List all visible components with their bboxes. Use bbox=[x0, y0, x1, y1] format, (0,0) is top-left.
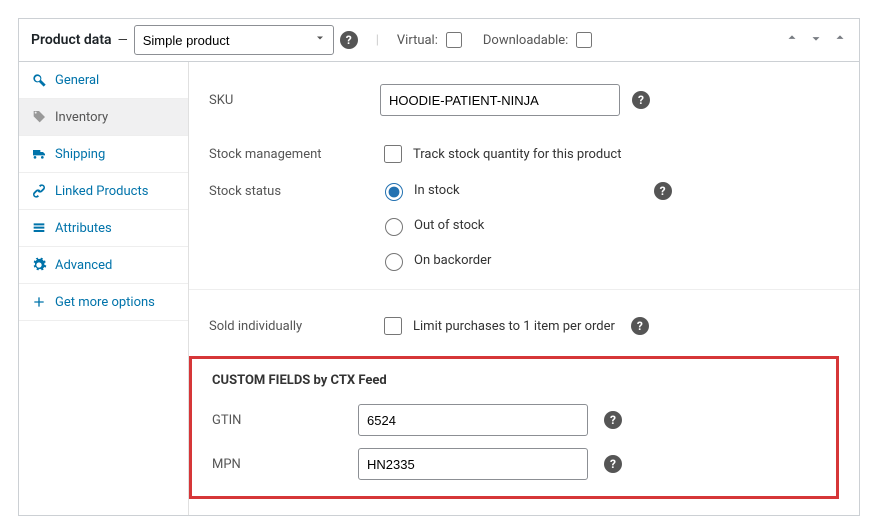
help-icon[interactable]: ? bbox=[604, 455, 622, 473]
downloadable-toggle[interactable]: Downloadable: bbox=[483, 29, 595, 51]
sku-label: SKU bbox=[209, 93, 364, 108]
virtual-toggle[interactable]: Virtual: bbox=[397, 29, 465, 51]
divider bbox=[189, 289, 859, 290]
help-icon[interactable]: ? bbox=[632, 91, 650, 109]
sold-indiv-toggle[interactable]: Limit purchases to 1 item per order bbox=[380, 314, 615, 338]
truck-icon bbox=[31, 146, 47, 162]
product-data-panel: Product data — Simple product ? | Virtua… bbox=[18, 18, 860, 516]
move-down-icon[interactable] bbox=[809, 31, 823, 49]
plus-icon bbox=[31, 294, 47, 310]
product-data-tabs: General Inventory Shipping Linked Produc… bbox=[19, 62, 189, 515]
downloadable-checkbox[interactable] bbox=[576, 32, 592, 48]
help-icon[interactable]: ? bbox=[631, 317, 649, 335]
stock-management-row: Stock management Track stock quantity fo… bbox=[189, 126, 859, 176]
panel-title: Product data bbox=[31, 32, 112, 48]
product-type-select[interactable]: Simple product bbox=[134, 25, 334, 55]
ctx-feed-heading: CUSTOM FIELDS by CTX Feed bbox=[212, 373, 816, 388]
tab-get-more-options[interactable]: Get more options bbox=[19, 284, 188, 321]
tag-icon bbox=[31, 109, 47, 125]
track-stock-toggle[interactable]: Track stock quantity for this product bbox=[380, 142, 621, 166]
title-separator: — bbox=[118, 33, 128, 48]
list-icon bbox=[31, 220, 47, 236]
sold-indiv-checkbox[interactable] bbox=[384, 317, 402, 335]
tab-attributes[interactable]: Attributes bbox=[19, 210, 188, 247]
stock-status-in-stock[interactable]: In stock bbox=[380, 180, 460, 201]
sold-indiv-label: Sold individually bbox=[209, 319, 364, 334]
sold-individually-row: Sold individually Limit purchases to 1 i… bbox=[189, 298, 859, 348]
help-icon[interactable]: ? bbox=[604, 411, 622, 429]
inventory-content: SKU ? Stock management Track stock quant… bbox=[189, 62, 859, 515]
gtin-input[interactable] bbox=[358, 404, 588, 436]
link-icon bbox=[31, 183, 47, 199]
move-up-icon[interactable] bbox=[785, 31, 799, 49]
mpn-input[interactable] bbox=[358, 448, 588, 480]
ctx-feed-custom-fields: CUSTOM FIELDS by CTX Feed GTIN ? MPN ? bbox=[189, 356, 839, 499]
wrench-icon bbox=[31, 72, 47, 88]
virtual-checkbox[interactable] bbox=[446, 32, 462, 48]
tab-shipping[interactable]: Shipping bbox=[19, 136, 188, 173]
tab-advanced[interactable]: Advanced bbox=[19, 247, 188, 284]
mpn-row: MPN ? bbox=[212, 448, 816, 480]
mpn-label: MPN bbox=[212, 457, 342, 472]
panel-header: Product data — Simple product ? | Virtua… bbox=[19, 19, 859, 62]
tab-inventory[interactable]: Inventory bbox=[19, 99, 188, 136]
stock-status-backorder[interactable]: On backorder bbox=[380, 250, 672, 271]
sku-row: SKU ? bbox=[189, 62, 859, 126]
gtin-label: GTIN bbox=[212, 413, 342, 428]
help-icon[interactable]: ? bbox=[340, 31, 358, 49]
stock-status-out-of-stock[interactable]: Out of stock bbox=[380, 215, 672, 236]
sku-input[interactable] bbox=[380, 84, 620, 116]
tab-linked-products[interactable]: Linked Products bbox=[19, 173, 188, 210]
track-stock-checkbox[interactable] bbox=[384, 145, 402, 163]
tab-general[interactable]: General bbox=[19, 62, 188, 99]
collapse-icon[interactable] bbox=[833, 31, 847, 49]
gtin-row: GTIN ? bbox=[212, 404, 816, 436]
help-icon[interactable]: ? bbox=[654, 182, 672, 200]
stock-mgmt-label: Stock management bbox=[209, 147, 364, 162]
stock-status-label: Stock status bbox=[209, 180, 364, 199]
gear-icon bbox=[31, 257, 47, 273]
stock-status-row: Stock status In stock ? Out o bbox=[189, 176, 859, 281]
